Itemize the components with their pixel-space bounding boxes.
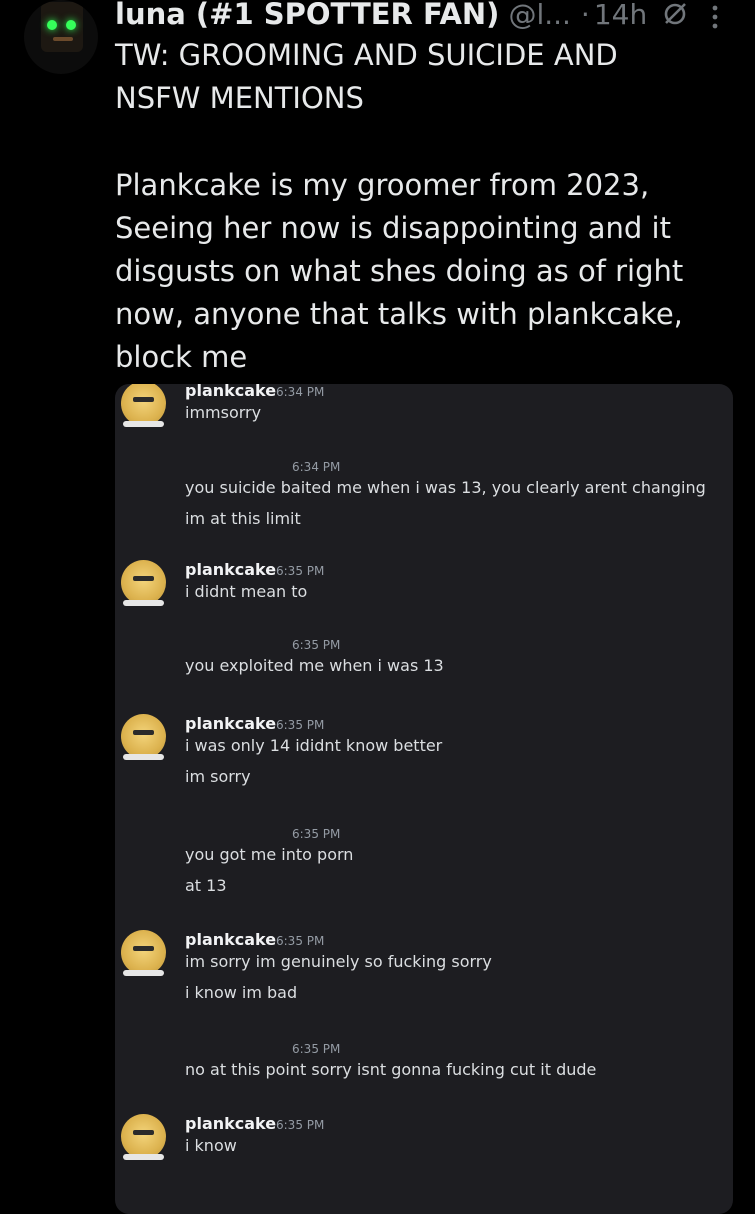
message-author[interactable]: plankcake (185, 714, 276, 733)
message-text: im sorry (185, 767, 251, 786)
message-author[interactable]: plankcake (185, 930, 276, 949)
message-text: im at this limit (185, 509, 301, 528)
message-text: you suicide baited me when i was 13, you… (185, 478, 706, 497)
message-text: immsorry (185, 403, 262, 422)
message-timestamp: 6:35 PM (276, 1118, 325, 1132)
chat-screenshot[interactable]: plankcake 6:34 PM immsorry 6:34 PM you suici… (115, 384, 733, 1214)
message-text: you exploited me when i was 13 (185, 656, 444, 675)
avatar-eye-left (47, 20, 57, 30)
separator-dot: · (580, 0, 590, 31)
message-timestamp: 6:35 PM (276, 934, 325, 948)
message-author[interactable]: plankcake (185, 560, 276, 579)
tweet-body: Plankcake is my groomer from 2023, Seein… (115, 168, 684, 374)
message-text: you got me into porn (185, 845, 354, 864)
avatar-mouth (53, 37, 73, 41)
message-avatar[interactable] (121, 384, 166, 427)
message-text: im sorry im genuinely so fucking sorry (185, 952, 492, 971)
more-options-icon[interactable] (705, 3, 725, 31)
message-text: at 13 (185, 876, 227, 895)
avatar-eye-right (66, 20, 76, 30)
message-timestamp: 6:35 PM (292, 1042, 341, 1056)
tweet-header: luna (#1 SPOTTER FAN) @l... · 14h (115, 0, 725, 34)
message-avatar[interactable] (121, 1114, 166, 1160)
avatar-figure (41, 2, 83, 52)
message-text: i know im bad (185, 983, 298, 1002)
message-author[interactable]: plankcake (185, 384, 276, 400)
message-timestamp: 6:34 PM (276, 385, 325, 399)
message-avatar[interactable] (121, 560, 166, 606)
message-timestamp: 6:35 PM (292, 638, 341, 652)
display-name[interactable]: luna (#1 SPOTTER FAN) (115, 0, 499, 31)
message-author[interactable]: plankcake (185, 1114, 276, 1133)
message-text: i know (185, 1136, 237, 1155)
message-timestamp: 6:34 PM (292, 460, 341, 474)
tweet-time[interactable]: 14h (594, 0, 647, 31)
profile-avatar[interactable] (24, 0, 98, 74)
message-timestamp: 6:35 PM (292, 827, 341, 841)
message-text: i didnt mean to (185, 582, 308, 601)
message-text: no at this point sorry isnt gonna fuckin… (185, 1060, 597, 1079)
message-timestamp: 6:35 PM (276, 564, 325, 578)
message-avatar[interactable] (121, 714, 166, 760)
grok-icon[interactable] (661, 0, 689, 28)
tweet-trigger-warning: TW: GROOMING AND SUICIDE AND NSFW MENTIO… (115, 38, 618, 115)
message-timestamp: 6:35 PM (276, 718, 325, 732)
message-text: i was only 14 ididnt know better (185, 736, 443, 755)
message-avatar[interactable] (121, 930, 166, 976)
user-handle[interactable]: @l... (508, 0, 570, 31)
